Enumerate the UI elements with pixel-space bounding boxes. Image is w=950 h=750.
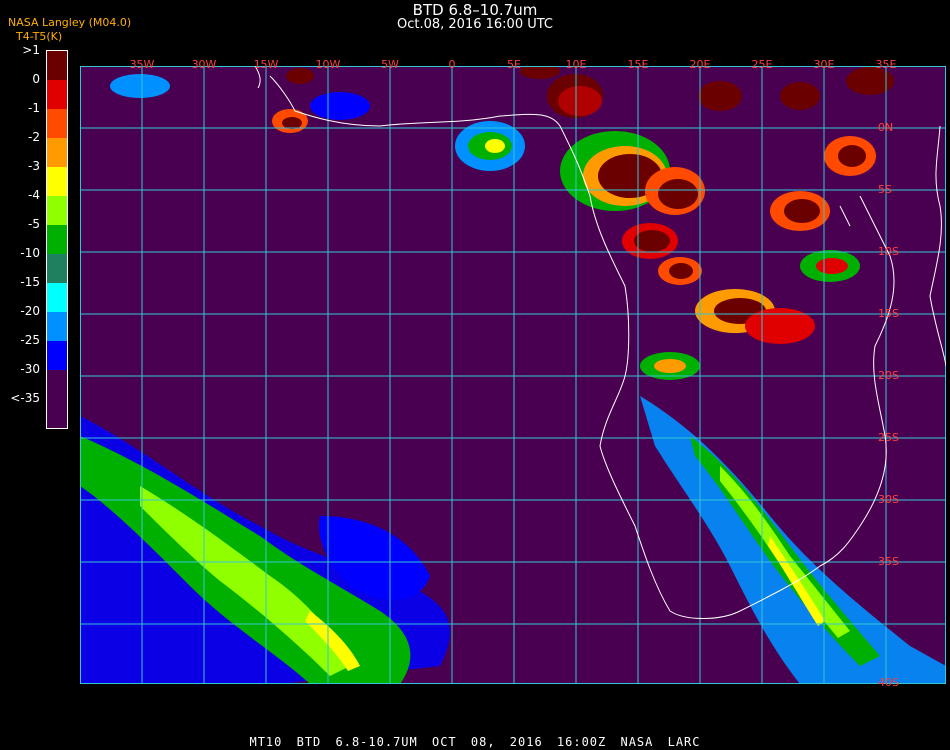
lon-label: 15W [253, 58, 279, 71]
legend-swatch [47, 254, 67, 283]
legend-label: 0 [32, 72, 40, 86]
lon-label: 25E [751, 58, 773, 71]
lon-label: 5W [381, 58, 399, 71]
lon-label: 35W [129, 58, 155, 71]
legend-swatch [47, 109, 67, 138]
lon-label: 15E [627, 58, 649, 71]
legend-swatch [47, 138, 67, 167]
image-timestamp: Oct.08, 2016 16:00 UTC [397, 17, 553, 32]
lat-label: 15S [878, 307, 899, 320]
lon-label: 30W [191, 58, 217, 71]
legend-label: -2 [28, 130, 40, 144]
legend-swatch [47, 399, 67, 428]
legend-swatch [47, 283, 67, 312]
legend-label: -1 [28, 101, 40, 115]
footer-caption: MT10 BTD 6.8-10.7UM OCT 08, 2016 16:00Z … [249, 735, 701, 749]
lat-label: 25S [878, 431, 899, 444]
cloud-layer [80, 66, 946, 684]
lat-label: 35S [878, 555, 899, 568]
lat-label: 10S [878, 245, 899, 258]
lon-label: 20E [689, 58, 711, 71]
legend-label: -25 [20, 333, 40, 347]
legend-swatch [47, 51, 67, 80]
legend-label: -10 [20, 246, 40, 260]
producer-label: NASA Langley (M04.0) [8, 16, 132, 29]
lat-label: 40S [878, 676, 899, 689]
units-label: T4-T5(K) [16, 30, 63, 43]
lat-label: 30S [878, 493, 899, 506]
color-legend [46, 50, 68, 429]
legend-label: -20 [20, 304, 40, 318]
lat-label: 0N [878, 121, 894, 134]
legend-swatch [47, 341, 67, 370]
legend-swatch [47, 80, 67, 109]
legend-swatch [47, 370, 67, 399]
legend-swatch [47, 167, 67, 196]
lon-label: 5E [507, 58, 521, 71]
legend-label: -15 [20, 275, 40, 289]
legend-label: -5 [28, 217, 40, 231]
lon-label: 30E [813, 58, 835, 71]
legend-label: <-35 [10, 391, 40, 405]
legend-label: >1 [22, 43, 40, 57]
legend-label: -3 [28, 159, 40, 173]
lon-label: 0 [448, 58, 456, 71]
lon-label: 10W [315, 58, 341, 71]
map-canvas [80, 66, 946, 684]
lat-label: 20S [878, 369, 899, 382]
satellite-map[interactable] [80, 66, 946, 684]
legend-label: -30 [20, 362, 40, 376]
lat-label: 5S [878, 183, 892, 196]
lon-label: 35E [875, 58, 897, 71]
legend-swatch [47, 196, 67, 225]
legend-swatch [47, 225, 67, 254]
lon-label: 10E [565, 58, 587, 71]
legend-label: -4 [28, 188, 40, 202]
legend-swatch [47, 312, 67, 341]
